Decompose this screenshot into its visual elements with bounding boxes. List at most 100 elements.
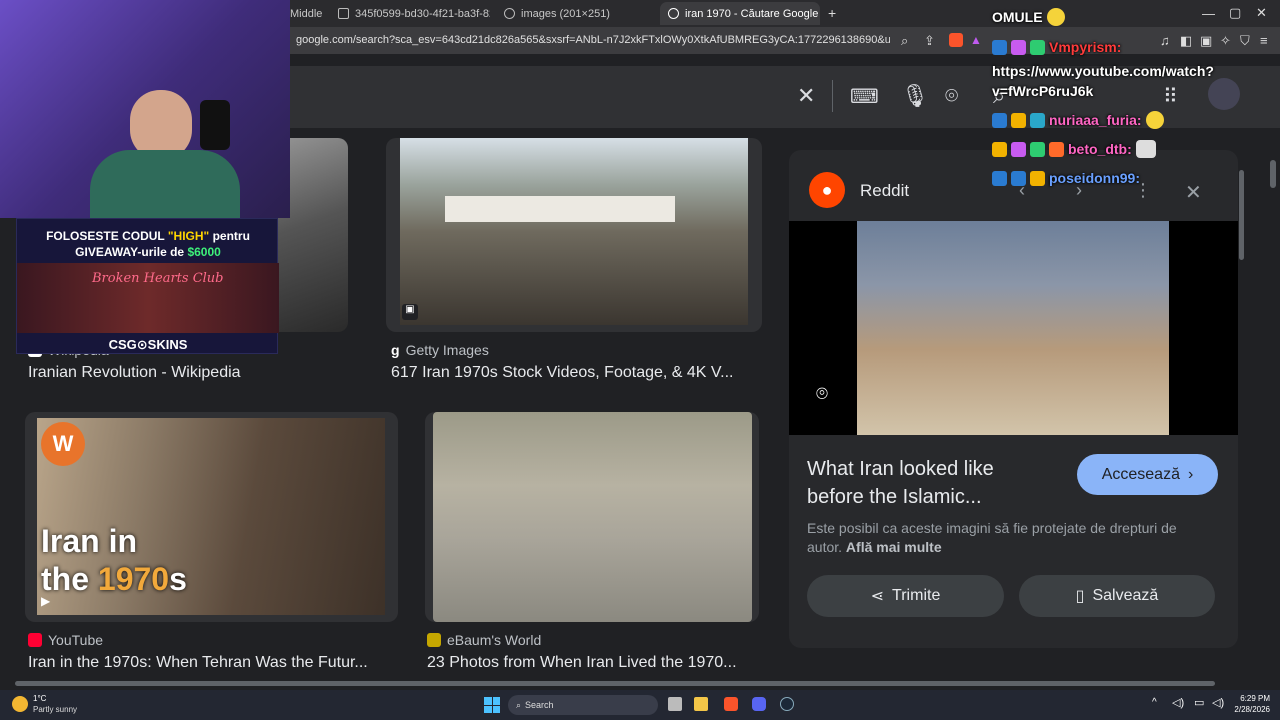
tab-google-search[interactable]: iran 1970 - Căutare Google✕: [660, 2, 820, 25]
steam-icon[interactable]: [780, 697, 794, 711]
badge-icon: [992, 112, 1007, 128]
clock-date[interactable]: 2/28/2026: [1222, 705, 1270, 714]
divider: [832, 80, 833, 112]
vpn-icon[interactable]: ⛉: [1240, 33, 1250, 49]
panel-source: Reddit: [860, 181, 910, 200]
file-explorer-icon[interactable]: [694, 697, 708, 711]
tab-uuid[interactable]: 345f0599-bd30-4f21-ba3f-827834c4: [330, 2, 490, 25]
volume-icon[interactable]: ◁): [1172, 696, 1184, 709]
badge-icon: [992, 170, 1007, 186]
result-source: YouTube: [28, 632, 103, 648]
taskbar-search[interactable]: ⌕ Search: [508, 695, 658, 715]
play-icon: ▶: [41, 594, 51, 608]
promo-line1: FOLOSESTE CODUL "HIGH" pentru: [46, 229, 250, 243]
horizontal-scrollbar[interactable]: [15, 681, 1215, 686]
zoom-icon[interactable]: ⌕: [901, 33, 908, 49]
wallet-icon[interactable]: ▣: [1200, 33, 1212, 49]
lens-icon[interactable]: ⌾: [945, 83, 958, 109]
result-image-youtube[interactable]: W Iran in the 1970s ▶: [37, 418, 385, 615]
chat-user: beto_dtb:: [1068, 141, 1132, 157]
thumbnail-text: Iran in the 1970s: [41, 523, 187, 597]
lens-search-icon[interactable]: ⌾: [816, 383, 828, 406]
task-view-icon[interactable]: [668, 697, 682, 711]
bookmarks-icon[interactable]: ♫: [1160, 33, 1170, 48]
page-scrollbar[interactable]: [1270, 160, 1276, 188]
source-label: Getty Images: [405, 342, 489, 358]
search-icon: ⌕: [516, 699, 522, 710]
save-button[interactable]: ▯ Salvează: [1019, 575, 1215, 617]
protest-banner: [445, 196, 675, 222]
result-title[interactable]: Iran in the 1970s: When Tehran Was the F…: [28, 654, 393, 672]
promo-art: Broken Hearts Club: [17, 263, 279, 333]
save-label: Salvează: [1092, 587, 1159, 604]
share-icon[interactable]: ⇪: [924, 33, 935, 49]
chat-line: nuriaaa_furia:: [992, 111, 1164, 129]
youtube-icon: [28, 633, 42, 647]
result-title[interactable]: 617 Iran 1970s Stock Videos, Footage, & …: [391, 364, 761, 382]
close-panel-icon[interactable]: ✕: [1185, 180, 1202, 205]
maximize-icon[interactable]: ▢: [1229, 5, 1241, 21]
badge-icon: [1049, 141, 1064, 157]
network-icon[interactable]: ▭: [1194, 696, 1204, 709]
tray-chevron-icon[interactable]: ^: [1152, 697, 1157, 708]
result-image-getty[interactable]: [400, 138, 748, 325]
tab-images[interactable]: images (201×251): [496, 2, 656, 25]
leo-icon[interactable]: ✧: [1220, 33, 1231, 49]
brave-icon[interactable]: [724, 697, 738, 711]
chat-line: OMULE: [992, 8, 1065, 26]
image-type-icon: ▣: [402, 304, 418, 320]
rewards-icon[interactable]: ▲: [970, 33, 982, 47]
badge-icon: [1011, 170, 1026, 186]
page-icon: [338, 8, 349, 19]
discord-icon[interactable]: [752, 697, 766, 711]
brave-shield-icon[interactable]: [949, 33, 963, 47]
microphone: [200, 100, 230, 150]
badge-icon: [1030, 112, 1045, 128]
minimize-icon[interactable]: —: [1202, 6, 1215, 21]
badge-icon: [1011, 39, 1026, 55]
chat-user: nuriaaa_furia:: [1049, 112, 1142, 128]
promo-banner: FOLOSESTE CODUL "HIGH" pentru GIVEAWAY-u…: [16, 218, 279, 354]
promo-script: Broken Hearts Club: [92, 271, 224, 286]
panel-scrollbar[interactable]: [1239, 170, 1244, 260]
chat-user: Vmpyrism:: [1049, 39, 1122, 55]
visit-button[interactable]: Accesează ›: [1077, 454, 1218, 495]
crown-icon: [992, 141, 1007, 157]
chat-line: beto_dtb:: [992, 140, 1156, 158]
bookmark-icon: ▯: [1075, 588, 1085, 605]
chat-line: poseidonn99:: [992, 170, 1140, 186]
sponsor-logo: CSG⊙SKINS: [108, 337, 188, 352]
panel-title[interactable]: What Iran looked like before the Islamic…: [807, 455, 1052, 511]
learn-more-link[interactable]: Află mai multe: [846, 539, 942, 555]
share-icon: ⋖: [870, 588, 885, 605]
chat-message: https://www.youtube.com/watch?v=fWrcP6ru…: [992, 63, 1214, 99]
mic-icon[interactable]: 🎙: [901, 83, 929, 109]
preview-image[interactable]: [857, 221, 1169, 435]
menu-icon[interactable]: ≡: [1260, 33, 1268, 48]
url-field[interactable]: google.com/search?sca_esv=643cd21dc826a5…: [296, 34, 890, 46]
chevron-right-icon: ›: [1187, 465, 1194, 483]
clear-search-icon[interactable]: ✕: [797, 83, 815, 109]
crown-icon: [1011, 112, 1026, 128]
windows-start-icon[interactable]: [484, 697, 500, 713]
badge-icon: [1011, 141, 1026, 157]
chat-user: poseidonn99:: [1049, 170, 1141, 186]
result-title[interactable]: 23 Photos from When Iran Lived the 1970.…: [427, 654, 759, 672]
emote-icon: [1135, 140, 1156, 158]
result-title[interactable]: Iranian Revolution - Wikipedia: [28, 364, 373, 382]
clock-time[interactable]: 6:29 PM: [1230, 694, 1270, 703]
weather-icon[interactable]: [12, 696, 28, 712]
sidebar-icon[interactable]: ◧: [1180, 33, 1192, 49]
badge-icon: [1030, 141, 1045, 157]
result-image-ebaums[interactable]: [433, 412, 752, 622]
badge-icon: [1030, 39, 1045, 55]
new-tab-button[interactable]: +: [828, 5, 836, 21]
badge-icon: [1030, 170, 1045, 186]
keyboard-icon[interactable]: ⌨: [850, 84, 879, 109]
emote-icon: [1046, 8, 1065, 26]
tab-label: 345f0599-bd30-4f21-ba3f-827834c4: [355, 7, 490, 20]
reddit-icon: ●: [809, 172, 845, 208]
close-window-icon[interactable]: ✕: [1256, 5, 1267, 21]
share-button[interactable]: ⋖ Trimite: [807, 575, 1004, 617]
share-label: Trimite: [892, 587, 941, 604]
